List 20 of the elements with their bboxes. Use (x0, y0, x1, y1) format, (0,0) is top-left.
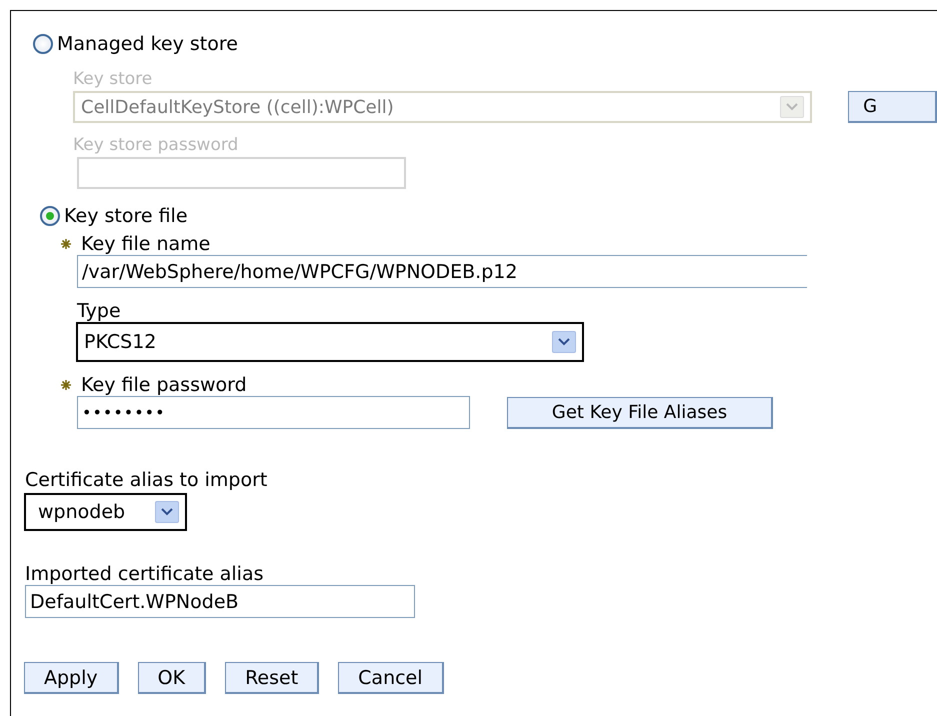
certificate-alias-dropdown[interactable]: wpnodeb (24, 493, 187, 531)
key-file-name-field[interactable]: /var/WebSphere/home/WPCFG/WPNODEB.p12 (77, 255, 807, 288)
imported-alias-field[interactable]: DefaultCert.WPNodeB (25, 585, 415, 618)
field-label: Type (77, 300, 122, 322)
field-label: Key file password (81, 374, 247, 396)
radio-label: Managed key store (57, 33, 238, 55)
form-button[interactable]: OK (138, 662, 206, 694)
form-button[interactable]: Apply (24, 662, 119, 694)
field-label: Certificate alias to import (25, 469, 268, 491)
type-dropdown[interactable]: PKCS12 (76, 322, 584, 362)
get-key-file-aliases-button[interactable]: Get Key File Aliases (507, 396, 773, 428)
form-button[interactable]: Reset (225, 662, 320, 694)
radio-label: Key store file (64, 205, 188, 227)
field-label: Key store (73, 69, 154, 89)
radio-button[interactable] (40, 206, 60, 226)
field-label: Key store password (73, 135, 240, 155)
field-label: Imported certificate alias (25, 563, 265, 585)
field-label: Key file name (81, 233, 210, 255)
key-file-password-field[interactable]: •••••••• (77, 396, 470, 429)
form-button[interactable]: Cancel (338, 662, 444, 694)
